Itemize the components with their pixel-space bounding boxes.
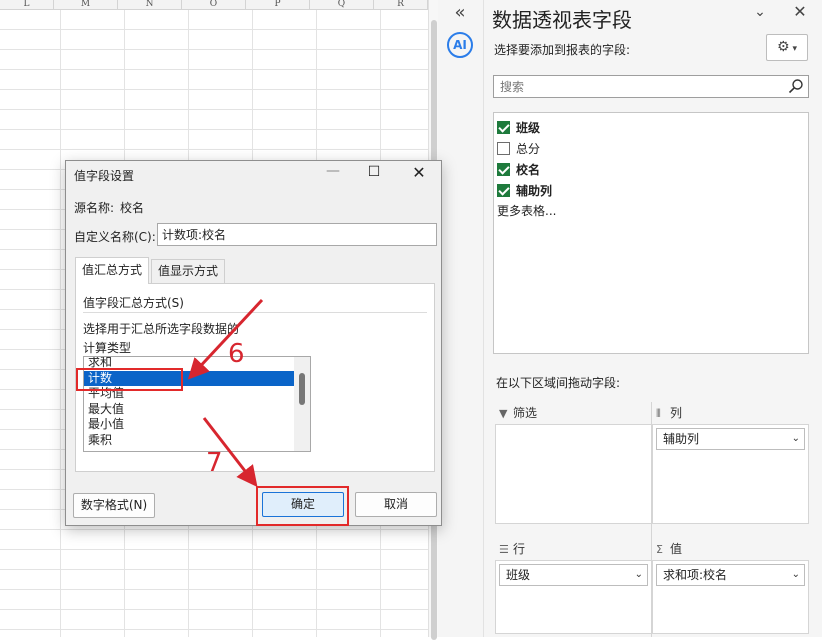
summarize-tab-panel: 值字段汇总方式(S) 选择用于汇总所选字段数据的 计算类型 求和 计数 平均值 … — [75, 283, 435, 472]
area-title: ⦀ 列 — [652, 402, 809, 424]
summarize-description: 选择用于汇总所选字段数据的 — [83, 322, 240, 336]
area-title: ▼ 筛选 — [495, 402, 652, 424]
column-header-p[interactable]: P — [246, 0, 310, 10]
pivot-field-pane: 数据透视表字段 ⌄ ✕ 选择要添加到报表的字段: ⚙ ▾ 班级 总分 校名 辅助… — [484, 0, 822, 637]
column-header-row: L M N O P Q R — [0, 0, 428, 10]
area-title-text: 行 — [513, 542, 526, 556]
tab-show-values-as[interactable]: 值显示方式 — [151, 259, 225, 283]
ai-assistant-icon[interactable]: AI — [447, 32, 473, 58]
list-item-selected[interactable]: 计数 — [84, 370, 310, 386]
chevron-down-icon: ⌄ — [791, 433, 800, 444]
number-format-button[interactable]: 数字格式(N) — [73, 493, 155, 518]
search-input[interactable] — [494, 76, 774, 97]
cancel-button[interactable]: 取消 — [355, 492, 437, 517]
field-label: 总分 — [516, 142, 541, 156]
checkbox[interactable] — [497, 121, 510, 134]
summarize-heading: 值字段汇总方式(S) — [83, 296, 184, 310]
area-title-text: 筛选 — [513, 406, 538, 420]
field-label: 辅助列 — [516, 184, 553, 198]
source-name-value: 校名 — [120, 201, 145, 215]
field-search-box[interactable] — [493, 75, 809, 98]
area-title-text: 列 — [670, 406, 683, 420]
custom-name-label: 自定义名称(C): — [74, 230, 156, 244]
list-scrollbar[interactable] — [294, 357, 310, 451]
values-area: Σ值 求和项:校名 ⌄ — [652, 538, 809, 634]
chevron-down-icon[interactable]: ⌄ — [750, 4, 770, 20]
field-settings-button[interactable]: ⚙ ▾ — [766, 34, 808, 61]
area-divider — [651, 402, 652, 637]
field-label: 班级 — [516, 121, 541, 135]
rows-icon: ☰ — [499, 543, 509, 556]
rows-field-dropdown[interactable]: 班级 ⌄ — [499, 564, 648, 586]
columns-icon: ⦀ — [656, 407, 661, 420]
columns-drop-zone[interactable]: 辅助列 ⌄ — [652, 424, 809, 524]
checkbox[interactable] — [497, 184, 510, 197]
checkbox[interactable] — [497, 163, 510, 176]
dropdown-label: 班级 — [506, 568, 531, 582]
tab-summarize-by[interactable]: 值汇总方式 — [75, 257, 149, 284]
column-header-l[interactable]: L — [0, 0, 54, 10]
columns-area: ⦀ 列 辅助列 ⌄ — [652, 402, 809, 524]
dropdown-label: 求和项:校名 — [663, 568, 728, 582]
column-header-r[interactable]: R — [374, 0, 428, 10]
minimize-icon[interactable]: — — [321, 163, 345, 179]
dialog-title: 值字段设置 — [74, 169, 135, 183]
area-title: ☰ 行 — [495, 538, 652, 560]
dropdown-label: 辅助列 — [663, 432, 700, 446]
list-item[interactable]: 乘积 — [84, 433, 310, 449]
side-icon-strip: « AI — [438, 0, 484, 637]
pane-subtitle: 选择要添加到报表的字段: — [494, 43, 631, 57]
pane-title: 数据透视表字段 — [492, 8, 632, 32]
column-header-n[interactable]: N — [118, 0, 182, 10]
list-item[interactable]: 最大值 — [84, 402, 310, 418]
value-field-settings-dialog: 值字段设置 — ☐ ✕ 源名称: 校名 自定义名称(C): 值汇总方式 值显示方… — [65, 160, 442, 526]
filter-area: ▼ 筛选 — [495, 402, 652, 524]
list-item[interactable]: 求和 — [84, 357, 310, 371]
chevron-down-icon: ⌄ — [634, 569, 643, 580]
filter-drop-zone[interactable] — [495, 424, 652, 524]
field-item-school[interactable]: 校名 — [494, 159, 808, 180]
field-item-total[interactable]: 总分 — [494, 138, 808, 159]
ok-button[interactable]: 确定 — [262, 492, 344, 517]
field-list: 班级 总分 校名 辅助列 更多表格... — [493, 112, 809, 354]
sigma-icon: Σ — [656, 543, 663, 556]
column-header-m[interactable]: M — [54, 0, 118, 10]
chevron-down-icon: ▾ — [789, 44, 797, 54]
values-drop-zone[interactable]: 求和项:校名 ⌄ — [652, 560, 809, 634]
more-tables-link[interactable]: 更多表格... — [494, 201, 808, 221]
field-item-helper[interactable]: 辅助列 — [494, 180, 808, 201]
search-icon[interactable] — [788, 78, 804, 94]
summarize-description: 计算类型 — [83, 341, 132, 355]
maximize-icon[interactable]: ☐ — [362, 164, 386, 180]
double-chevron-left-icon[interactable]: « — [448, 2, 472, 24]
area-title: Σ值 — [652, 538, 809, 560]
checkbox[interactable] — [497, 142, 510, 155]
close-icon[interactable]: ✕ — [407, 163, 431, 182]
rows-area: ☰ 行 班级 ⌄ — [495, 538, 652, 634]
scrollbar-thumb[interactable] — [299, 373, 305, 405]
gear-icon: ⚙ — [777, 39, 790, 55]
field-item-class[interactable]: 班级 — [494, 117, 808, 138]
values-field-dropdown[interactable]: 求和项:校名 ⌄ — [656, 564, 805, 586]
chevron-down-icon: ⌄ — [791, 569, 800, 580]
custom-name-input[interactable] — [157, 223, 437, 246]
heading-divider — [83, 312, 427, 313]
columns-field-dropdown[interactable]: 辅助列 ⌄ — [656, 428, 805, 450]
filter-icon: ▼ — [499, 407, 508, 420]
rows-drop-zone[interactable]: 班级 ⌄ — [495, 560, 652, 634]
close-icon[interactable]: ✕ — [790, 2, 810, 21]
source-name-label: 源名称: — [74, 201, 115, 215]
area-title-text: 值 — [670, 542, 683, 556]
field-label: 校名 — [516, 163, 541, 177]
list-item[interactable]: 最小值 — [84, 417, 310, 433]
column-header-o[interactable]: O — [182, 0, 246, 10]
list-item[interactable]: 平均值 — [84, 386, 310, 402]
calculation-type-list[interactable]: 求和 计数 平均值 最大值 最小值 乘积 — [83, 356, 311, 452]
drag-hint-text: 在以下区域间拖动字段: — [496, 376, 621, 390]
column-header-q[interactable]: Q — [310, 0, 374, 10]
